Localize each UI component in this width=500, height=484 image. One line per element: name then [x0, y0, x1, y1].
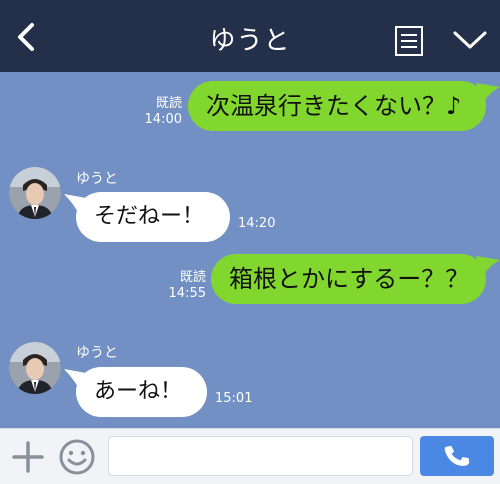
message-meta: 既読 14:55 — [164, 270, 206, 302]
incoming-message-bubble[interactable]: あーね！ — [64, 367, 207, 417]
list-icon[interactable] — [394, 26, 424, 56]
sender-name: ゆうと — [76, 345, 118, 361]
chat-header: ゆうと — [0, 0, 500, 72]
message-text: 次温泉行きたくない？♪ — [206, 92, 462, 120]
message-text: 箱根とかにするー？？ — [229, 265, 470, 293]
message-time: 14:00 — [144, 112, 182, 127]
outgoing-message-bubble[interactable]: 箱根とかにするー？？ — [211, 254, 500, 304]
message-text: あーね！ — [94, 379, 183, 404]
bubble-tail — [476, 256, 500, 278]
plus-icon[interactable] — [10, 439, 46, 475]
sender-name: ゆうと — [76, 171, 118, 187]
smiley-icon[interactable] — [58, 438, 96, 476]
phone-icon — [444, 445, 470, 466]
read-receipt: 既読 — [155, 96, 182, 111]
message-time: 14:20 — [238, 216, 276, 231]
bubble-tail — [64, 194, 86, 216]
message-input[interactable] — [108, 436, 413, 476]
read-receipt: 既読 — [179, 270, 206, 285]
incoming-message-bubble[interactable]: そだねー！ — [64, 192, 230, 242]
avatar[interactable] — [9, 167, 61, 219]
message-composer — [0, 428, 500, 484]
avatar[interactable] — [9, 342, 61, 394]
call-button[interactable] — [420, 436, 494, 476]
message-time: 14:55 — [168, 286, 206, 301]
chat-title: ゆうと — [209, 26, 291, 56]
outgoing-message-bubble[interactable]: 次温泉行きたくない？♪ — [188, 81, 500, 131]
chevron-down-icon[interactable] — [452, 28, 488, 52]
bubble-tail — [64, 369, 86, 391]
message-meta: 既読 14:00 — [140, 96, 182, 128]
message-time: 15:01 — [215, 391, 253, 406]
bubble-tail — [476, 83, 500, 105]
message-text: そだねー！ — [94, 204, 205, 229]
